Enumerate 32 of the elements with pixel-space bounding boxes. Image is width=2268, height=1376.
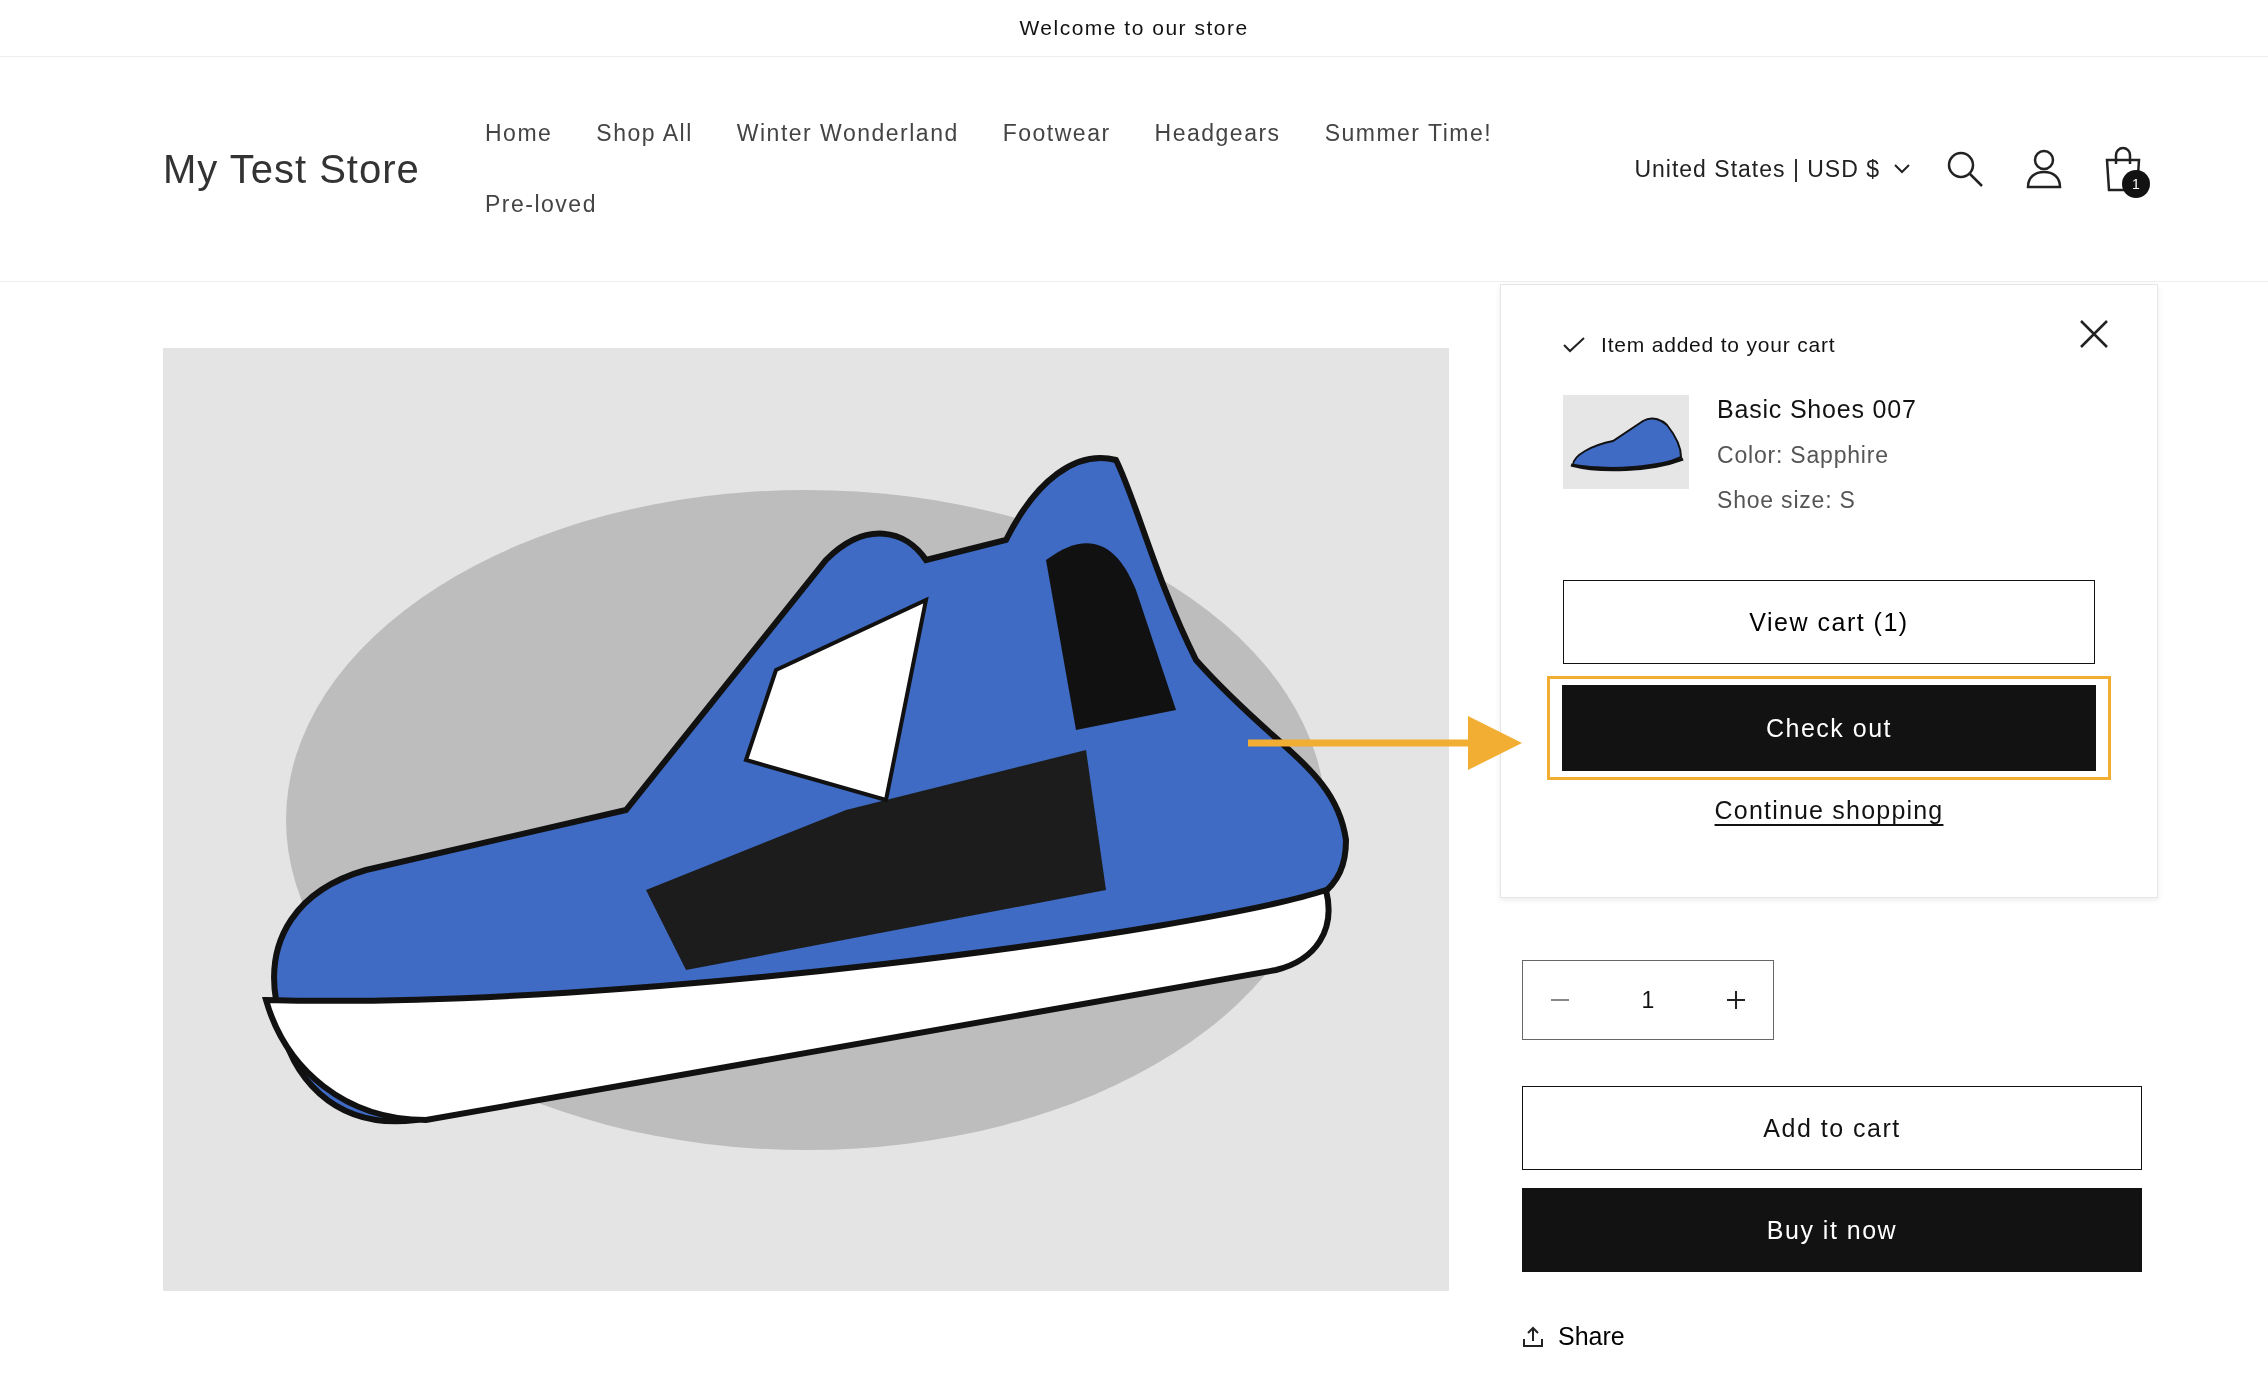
nav-link[interactable]: Pre-loved (485, 191, 597, 218)
cart-count-badge: 1 (2122, 170, 2150, 198)
add-to-cart-button[interactable]: Add to cart (1522, 1086, 2142, 1170)
nav-link[interactable]: Footwear (1002, 120, 1111, 147)
nav-link[interactable]: Summer Time! (1324, 120, 1493, 147)
product-option: Color: Sapphire (1717, 442, 1917, 469)
checkmark-icon (1563, 337, 1585, 353)
product-option: Shoe size: S (1717, 487, 1917, 514)
share-button[interactable]: Share (1522, 1322, 1625, 1351)
plus-icon (1727, 991, 1745, 1009)
quantity-value[interactable]: 1 (1641, 986, 1655, 1014)
nav-link[interactable]: Home (485, 120, 553, 147)
account-icon (2026, 149, 2062, 189)
product-title: Basic Shoes 007 (1717, 395, 1917, 424)
store-logo[interactable]: My Test Store (163, 146, 485, 192)
close-icon (2079, 319, 2109, 349)
view-cart-button[interactable]: View cart (1) (1563, 580, 2095, 664)
nav-link[interactable]: Headgears (1154, 120, 1281, 147)
arrow-icon (1248, 714, 1522, 772)
chevron-down-icon (1894, 164, 1910, 174)
announcement-text: Welcome to our store (1019, 16, 1249, 40)
country-selector[interactable]: United States | USD $ (1634, 155, 1910, 183)
checkout-button[interactable]: Check out (1562, 685, 2096, 771)
buy-now-button[interactable]: Buy it now (1522, 1188, 2142, 1272)
share-icon (1522, 1325, 1544, 1348)
nav-link[interactable]: Shop All (596, 120, 693, 147)
cart-button[interactable]: 1 (2098, 140, 2148, 198)
search-icon (1946, 150, 1984, 188)
continue-shopping-link[interactable]: Continue shopping (1714, 796, 1944, 825)
item-added-message: Item added to your cart (1601, 333, 1836, 357)
nav-link[interactable]: Winter Wonderland (736, 120, 959, 147)
minus-icon (1551, 999, 1569, 1001)
